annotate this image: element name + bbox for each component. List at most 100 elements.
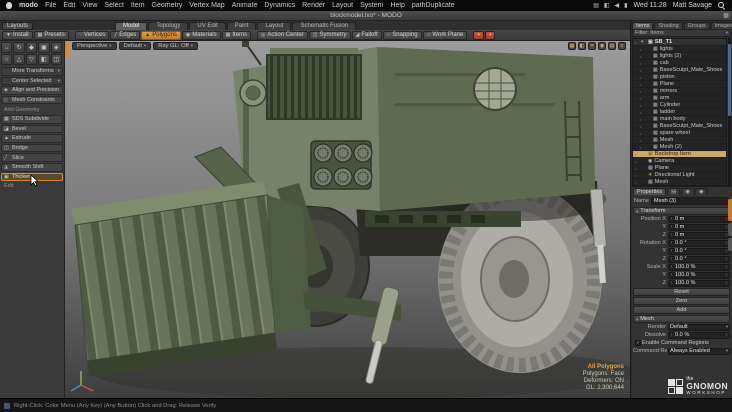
toolbar-button[interactable]: ◉ Materials xyxy=(181,30,221,40)
item-list-row[interactable]: • ▦ piston xyxy=(633,74,726,81)
left-panel-item[interactable]: ◪ Bevel xyxy=(1,124,63,134)
layouts-button[interactable]: Layouts xyxy=(2,21,34,30)
property-input[interactable]: ‹ 0.0 ° › xyxy=(668,255,730,263)
tool-icon-button[interactable]: ↔ xyxy=(1,42,13,53)
menu-item[interactable]: Edit xyxy=(63,2,75,9)
property-input[interactable]: ‹ 0.0 ° › xyxy=(668,239,730,247)
tool-icon-button[interactable]: ◈ xyxy=(50,42,62,53)
item-list-row[interactable]: • ▣ Backdrop Item xyxy=(633,151,726,158)
panel-tab[interactable]: ◉ xyxy=(681,188,695,195)
item-list-row[interactable]: • ▦ Cylinder xyxy=(633,102,726,109)
battery-icon[interactable]: ▮ xyxy=(624,2,627,9)
layout-tab[interactable]: UV Edit xyxy=(189,21,226,30)
transform-button[interactable]: Reset xyxy=(633,288,730,296)
layout-tab[interactable]: Topology xyxy=(148,21,189,30)
toolbar-button[interactable]: ▦ Presets xyxy=(33,30,69,40)
lighting-icon[interactable]: ☀ xyxy=(588,42,596,50)
wireframe-icon[interactable]: ▦ xyxy=(568,42,576,50)
menu-item[interactable]: pathDuplicate xyxy=(412,2,455,9)
toolbar-button[interactable]: ▱ Work Plane xyxy=(422,30,468,40)
render-dropdown[interactable]: Default ▾ xyxy=(668,323,730,331)
viewport-3d[interactable]: Perspective ▾ Default ▾ Ray GL: Off ▾ ▦ ◧… xyxy=(65,41,630,398)
menu-item[interactable]: Item xyxy=(131,2,145,9)
checkbox-checked-icon[interactable]: ✓ xyxy=(635,340,641,346)
left-panel-item[interactable]: ◈ Align and Precision xyxy=(1,86,63,95)
panel-tab[interactable]: ◆ xyxy=(695,188,708,195)
visibility-icon[interactable]: • xyxy=(635,180,639,185)
display-icon[interactable]: ◧ xyxy=(604,2,610,9)
visibility-icon[interactable]: • xyxy=(640,75,644,80)
grid-icon[interactable]: ▤ xyxy=(608,42,616,50)
layout-tab[interactable]: Paint xyxy=(226,21,257,30)
property-input[interactable]: ‹ 0.0 ° › xyxy=(668,247,730,255)
property-input[interactable]: ‹ 100.0 % › xyxy=(668,263,730,271)
toolbar-button[interactable]: ╱ Edges xyxy=(110,30,141,40)
form-tab[interactable] xyxy=(728,223,732,236)
visibility-icon[interactable]: • xyxy=(635,159,639,164)
left-panel-item[interactable]: ◇ Mesh Constraints xyxy=(1,95,63,105)
spotlight-search-icon[interactable] xyxy=(718,1,726,10)
visibility-icon[interactable]: • xyxy=(635,173,639,178)
increment-icon[interactable]: › xyxy=(724,256,729,262)
menu-item[interactable]: Dynamics xyxy=(264,2,295,9)
camera-icon[interactable]: ◉ xyxy=(598,42,606,50)
toolbar-button[interactable]: ∩ Snapping xyxy=(382,30,422,40)
transform-button[interactable]: Add xyxy=(633,306,730,314)
item-list-row[interactable]: • ☀ Directional Light xyxy=(633,172,726,179)
visibility-icon[interactable]: • xyxy=(640,124,644,129)
viewport-options-icon[interactable]: ≡ xyxy=(618,42,626,50)
item-list-row[interactable]: • ▦ main body xyxy=(633,116,726,123)
visibility-icon[interactable]: • xyxy=(635,152,639,157)
visibility-icon[interactable]: • xyxy=(640,54,644,59)
app-menu[interactable]: modo xyxy=(19,2,38,9)
left-panel-item[interactable]: Center Selected ▾ xyxy=(1,76,63,86)
item-list-row[interactable]: • ▦ ladder xyxy=(633,109,726,116)
panel-tab[interactable]: Properties xyxy=(633,188,667,195)
toolbar-button[interactable]: ∵ Vertices xyxy=(74,30,110,40)
viewport-dropdown[interactable]: Default ▾ xyxy=(118,42,152,50)
window-title-bar[interactable]: blockmodel.lxo* - MODO ▦ xyxy=(0,11,732,21)
layout-tab[interactable]: Model xyxy=(115,21,148,30)
apple-menu-icon[interactable] xyxy=(6,2,12,9)
name-field[interactable]: Mesh (3) xyxy=(650,197,729,205)
command-regions-dropdown[interactable]: Always Enabled ▾ xyxy=(668,347,730,355)
toolbar-button[interactable]: ◎ Action Center xyxy=(257,30,308,40)
toolbar-button[interactable]: ▲ Polygons xyxy=(141,30,181,40)
visibility-icon[interactable]: • xyxy=(640,82,644,87)
layout-tab[interactable]: Schematic Fusion xyxy=(292,21,357,30)
visibility-icon[interactable]: • xyxy=(640,103,644,108)
property-input[interactable]: ‹ 0 m › xyxy=(668,231,730,239)
tool-icon-button[interactable]: ◆ xyxy=(25,42,38,53)
visibility-icon[interactable]: • xyxy=(640,131,644,136)
visibility-icon[interactable]: • xyxy=(640,138,644,143)
visibility-icon[interactable]: • xyxy=(640,145,644,150)
visibility-icon[interactable]: • xyxy=(640,61,644,66)
left-panel-item[interactable]: ▲ Extrude xyxy=(1,134,63,143)
visibility-icon[interactable]: • xyxy=(640,68,644,73)
tool-icon-button[interactable]: △ xyxy=(13,54,25,65)
tool-icon-button[interactable]: ◧ xyxy=(38,54,50,65)
menu-item[interactable]: System xyxy=(360,2,383,9)
menu-item[interactable]: Help xyxy=(390,2,404,9)
item-list-row[interactable]: • ▦ Plane xyxy=(633,165,726,172)
visibility-icon[interactable]: • xyxy=(640,110,644,115)
left-panel-item[interactable]: ◫ Bridge xyxy=(1,143,63,153)
shaded-icon[interactable]: ◧ xyxy=(578,42,586,50)
form-tab-active[interactable] xyxy=(728,199,732,221)
item-list-row[interactable]: • ▦ spare wheel xyxy=(633,130,726,137)
menu-item[interactable]: File xyxy=(45,2,56,9)
visibility-icon[interactable]: • xyxy=(640,89,644,94)
visibility-icon[interactable]: • xyxy=(635,166,639,171)
active-tool-handle[interactable] xyxy=(65,42,69,58)
mesh-section-header[interactable]: ▾ Mesh xyxy=(633,315,730,323)
item-list-row[interactable]: • ◉ Camera xyxy=(633,158,726,165)
left-panel-item[interactable]: More Transforms ▾ xyxy=(1,67,63,76)
item-list-row[interactable]: • ▦ Mesh (2) xyxy=(633,144,726,151)
item-list-row[interactable]: • ▦ cab xyxy=(633,60,726,67)
item-list-scrollbar[interactable] xyxy=(728,38,731,186)
menu-item[interactable]: Render xyxy=(302,2,325,9)
toolbar-button[interactable]: ◢ Falloff xyxy=(351,30,382,40)
property-input[interactable]: ‹ 100.0 % › xyxy=(668,271,730,279)
item-list-row[interactable]: • ▦ lights xyxy=(633,46,726,53)
item-filter-bar[interactable]: Filter: Items ▾ xyxy=(632,29,731,37)
